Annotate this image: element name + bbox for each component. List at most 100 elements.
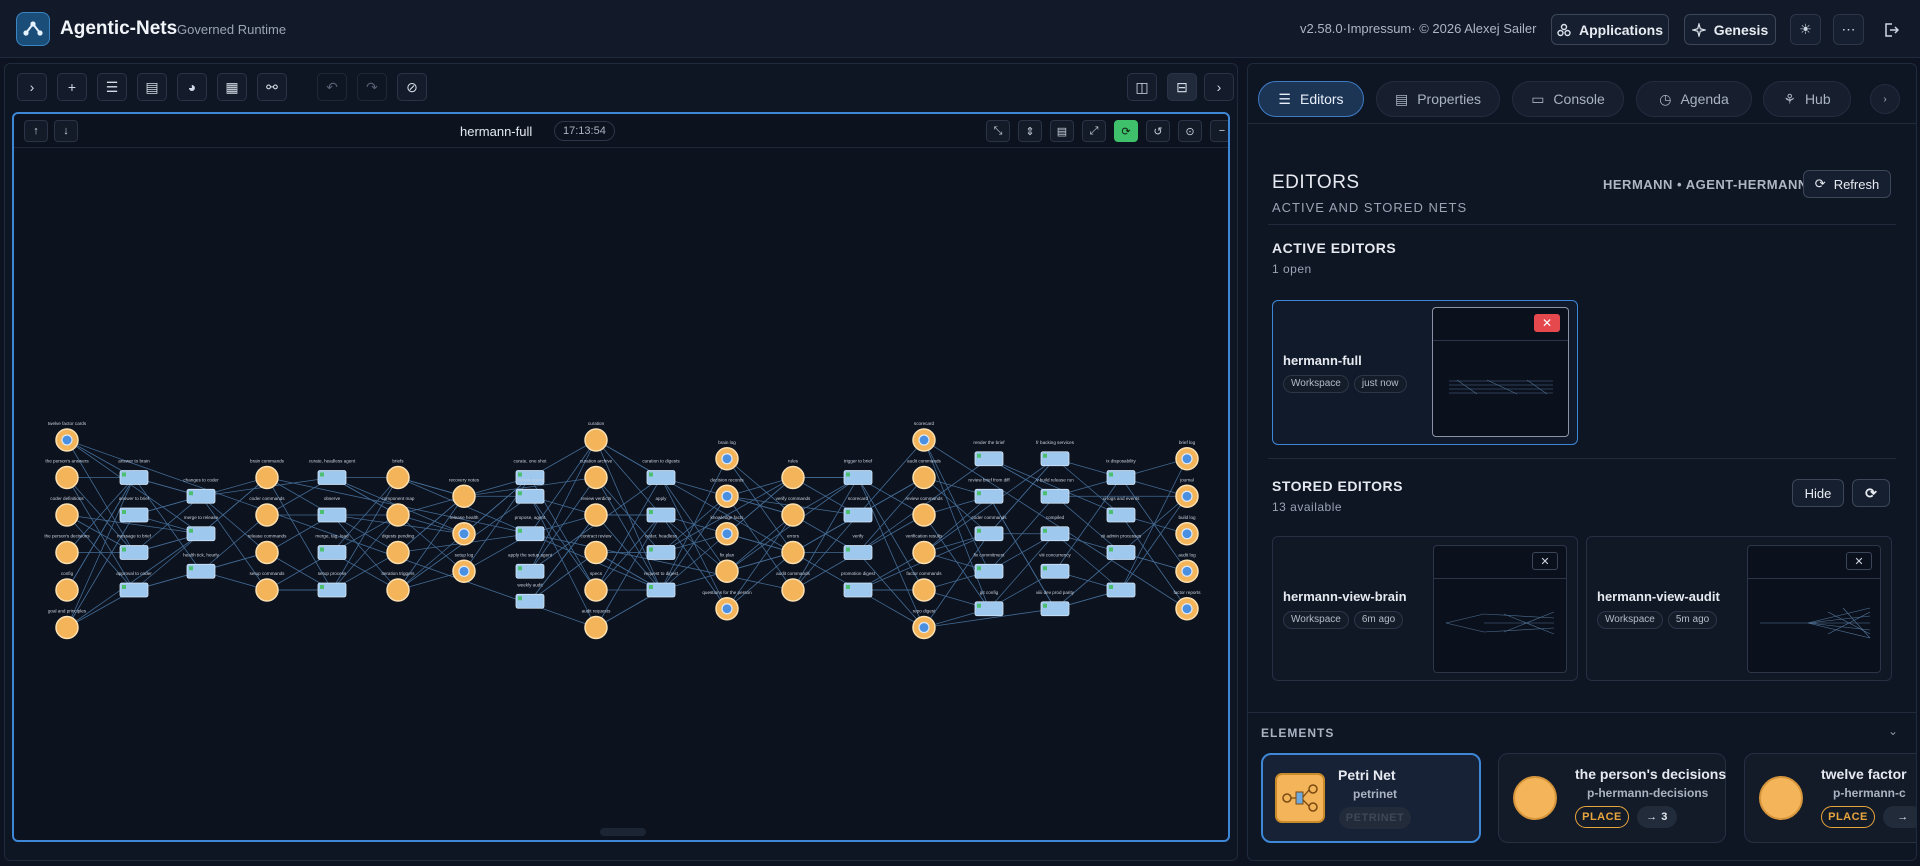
net-place[interactable]: curation bbox=[584, 421, 608, 452]
net-transition[interactable]: ix disposability bbox=[1106, 459, 1137, 485]
net-transition[interactable]: scorecard bbox=[843, 496, 873, 523]
net-transition[interactable]: answer to brief bbox=[119, 496, 150, 523]
close-editor-button[interactable]: ✕ bbox=[1534, 314, 1560, 332]
net-transition[interactable]: merge, tag, load bbox=[315, 534, 349, 560]
net-place[interactable]: build log bbox=[1175, 515, 1199, 546]
net-transition[interactable]: git config bbox=[974, 590, 1004, 617]
net-place[interactable]: errors bbox=[781, 534, 805, 565]
tab-properties[interactable]: ▤ Properties bbox=[1376, 81, 1500, 117]
net-transition[interactable]: review brief from diff bbox=[968, 477, 1010, 504]
net-place[interactable]: rules bbox=[781, 459, 805, 490]
net-transition[interactable]: viii concurrency bbox=[1039, 552, 1072, 579]
net-transition[interactable]: v build release run bbox=[1036, 477, 1074, 504]
refresh-stored-button[interactable]: ⟳ bbox=[1852, 479, 1890, 507]
active-editor-thumbnail[interactable]: ✕ bbox=[1432, 307, 1569, 437]
tab-console[interactable]: ▭ Console bbox=[1512, 81, 1624, 117]
net-place[interactable]: specs bbox=[584, 571, 608, 602]
net-place[interactable]: brief log bbox=[1175, 440, 1199, 471]
delete-stored-button[interactable]: ✕ bbox=[1532, 552, 1558, 570]
net-transition[interactable]: promotion digest bbox=[841, 571, 876, 598]
net-place[interactable]: setup log bbox=[452, 552, 476, 583]
net-transition[interactable]: merge to release bbox=[184, 515, 219, 542]
focus-button[interactable]: ⊙ bbox=[1178, 120, 1202, 142]
net-transition[interactable]: changes to coder bbox=[183, 477, 219, 504]
net-transition[interactable] bbox=[1106, 582, 1136, 598]
elements-collapse-icon[interactable]: ⌄ bbox=[1888, 724, 1898, 738]
stored-editor-card[interactable]: hermann-view-audit Workspace 5m ago ✕ bbox=[1586, 536, 1892, 681]
net-place[interactable]: review verdicts bbox=[581, 496, 612, 527]
genesis-button[interactable]: Genesis bbox=[1684, 14, 1776, 45]
net-place[interactable]: the person's decisions bbox=[44, 534, 90, 565]
net-transition[interactable]: apply the setup agent bbox=[508, 552, 553, 579]
net-place[interactable]: journal bbox=[1175, 477, 1199, 508]
net-transition[interactable]: compiled bbox=[1040, 515, 1070, 542]
net-transition[interactable]: curate, headless agent bbox=[309, 459, 356, 485]
layout-button[interactable]: ▤ bbox=[137, 73, 167, 101]
net-place[interactable]: twelve factor cards bbox=[48, 421, 87, 452]
net-transition[interactable]: fr backing services bbox=[1036, 440, 1075, 467]
undo-button[interactable]: ↶ bbox=[317, 73, 347, 101]
list-view-button[interactable]: ☰ bbox=[97, 73, 127, 101]
split-horizontal-button[interactable]: ⊟ bbox=[1167, 73, 1197, 101]
net-transition[interactable]: apply bbox=[646, 496, 676, 523]
collapse-all-button[interactable]: ⤡ bbox=[986, 120, 1010, 142]
net-place[interactable]: recovery notes bbox=[449, 477, 480, 508]
move-up-button[interactable]: ↑ bbox=[24, 120, 48, 142]
net-canvas[interactable]: ↑ ↓ hermann-full 17:13:54 ⤡ ⇕ ▤ ⤢ ⟳ ↺ ⊙ … bbox=[12, 112, 1230, 842]
net-transition[interactable]: curation to digests bbox=[642, 459, 680, 485]
collapse-panel-button[interactable]: › bbox=[1204, 73, 1234, 101]
net-transition[interactable]: request to digest bbox=[644, 571, 679, 598]
net-place[interactable]: release health bbox=[450, 515, 479, 546]
net-transition[interactable]: weekly audit bbox=[515, 582, 545, 609]
net-transition[interactable]: propose, agent bbox=[515, 515, 546, 542]
theme-toggle-button[interactable]: ☀ bbox=[1790, 14, 1821, 45]
net-place[interactable]: briefs bbox=[386, 459, 410, 490]
net-place[interactable]: goal and principles bbox=[48, 609, 87, 640]
net-place[interactable]: decision records bbox=[710, 477, 744, 508]
net-transition[interactable]: coder commands bbox=[971, 515, 1007, 542]
stored-editor-thumbnail[interactable]: ✕ bbox=[1747, 545, 1881, 673]
canvas-scroll-handle[interactable] bbox=[600, 828, 646, 836]
net-place[interactable]: questions for the person bbox=[702, 590, 752, 621]
logout-button[interactable] bbox=[1875, 14, 1906, 45]
move-down-button[interactable]: ↓ bbox=[54, 120, 78, 142]
applications-button[interactable]: Applications bbox=[1551, 14, 1669, 45]
net-place[interactable]: the person's answers bbox=[45, 459, 89, 490]
net-transition[interactable]: xii admin processes bbox=[1101, 534, 1142, 560]
expand-sidebar-button[interactable]: › bbox=[17, 73, 47, 101]
net-place[interactable]: fix plan bbox=[715, 552, 739, 583]
fullscreen-button[interactable]: ⤢ bbox=[1082, 120, 1106, 142]
net-place[interactable]: factor reports bbox=[1173, 590, 1201, 621]
net-place[interactable]: scorecard bbox=[912, 421, 936, 452]
details-button[interactable]: ▤ bbox=[1050, 120, 1074, 142]
refresh-button[interactable]: ⟳ Refresh bbox=[1803, 170, 1891, 198]
petri-net-graph[interactable]: twelve factor cards the person's answers c… bbox=[14, 148, 1228, 840]
net-place[interactable]: setup commands bbox=[250, 571, 286, 602]
version-text[interactable]: v2.58.0·Impressum· © 2026 Alexej Sailer bbox=[1300, 21, 1536, 36]
redo-button[interactable]: ↷ bbox=[357, 73, 387, 101]
net-place[interactable]: audit commands bbox=[776, 571, 811, 602]
net-transition[interactable]: render the brief bbox=[973, 440, 1005, 467]
auto-sync-toggle[interactable]: ⟳ bbox=[1114, 120, 1138, 142]
net-place[interactable]: knowledge facts bbox=[711, 515, 745, 546]
net-transition[interactable]: trigger to brief bbox=[843, 459, 873, 485]
tab-hub[interactable]: ⚘ Hub bbox=[1763, 81, 1851, 117]
tabs-scroll-button[interactable]: › bbox=[1870, 84, 1900, 114]
net-transition[interactable]: review agent bbox=[515, 477, 545, 504]
delete-stored-button[interactable]: ✕ bbox=[1846, 552, 1872, 570]
minimize-button[interactable]: − bbox=[1210, 120, 1228, 142]
grid-button[interactable]: ▦ bbox=[217, 73, 247, 101]
net-place[interactable]: repo digest bbox=[912, 609, 936, 640]
net-transition[interactable]: xi logs and events bbox=[1103, 496, 1140, 523]
element-card-petrinet[interactable]: Petri Net petrinet PETRINET bbox=[1261, 753, 1481, 843]
more-menu-button[interactable]: ⋯ bbox=[1833, 14, 1864, 45]
split-vertical-button[interactable]: ◫ bbox=[1127, 73, 1157, 101]
connect-button[interactable]: ⚯ bbox=[257, 73, 287, 101]
element-card-place[interactable]: the person's decisions p-hermann-decisio… bbox=[1498, 753, 1726, 843]
net-place[interactable]: brain commands bbox=[250, 459, 285, 490]
reset-button[interactable]: ↺ bbox=[1146, 120, 1170, 142]
net-place[interactable]: verify commands bbox=[776, 496, 811, 527]
net-transition[interactable]: setup process bbox=[317, 571, 347, 598]
net-transition[interactable]: answer to brain bbox=[118, 459, 150, 485]
palette-button[interactable]: ◕ bbox=[177, 73, 207, 101]
